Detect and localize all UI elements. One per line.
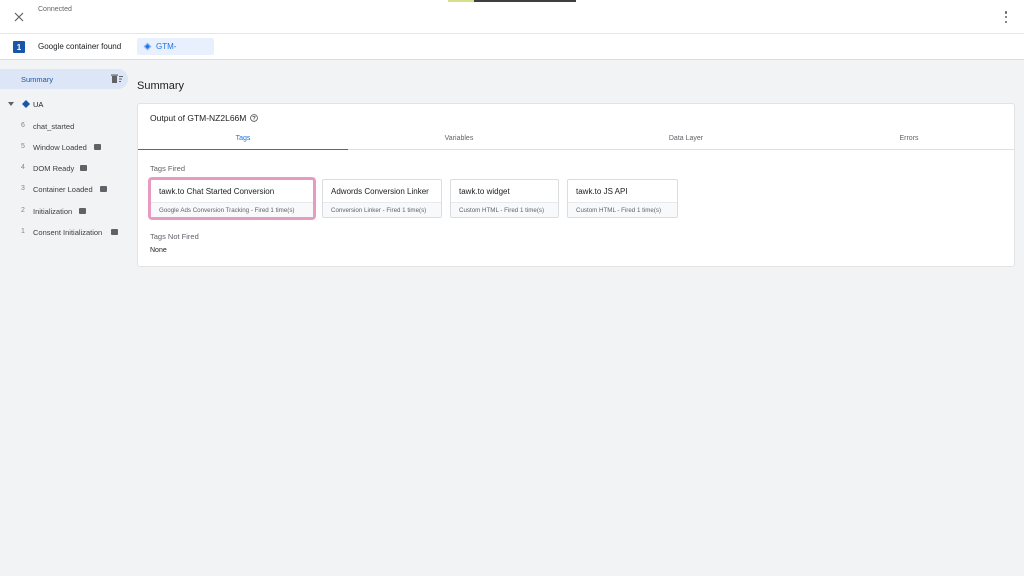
event-type-icon bbox=[94, 144, 101, 150]
sidebar-item-summary[interactable]: Summary bbox=[0, 69, 128, 89]
tag-name: tawk.to JS API bbox=[576, 187, 628, 196]
expand-caret-icon[interactable] bbox=[8, 102, 14, 106]
event-number: 6 bbox=[21, 122, 25, 129]
event-type-icon bbox=[100, 186, 107, 192]
event-type-icon bbox=[79, 208, 86, 214]
output-card: Output of GTM-NZ2L66M Tags Variables Dat… bbox=[137, 103, 1015, 267]
sidebar-event-item[interactable]: 6 chat_started bbox=[0, 119, 128, 133]
close-icon[interactable] bbox=[12, 10, 26, 24]
ua-diamond-icon bbox=[22, 100, 30, 108]
tab-variables[interactable]: Variables bbox=[354, 135, 564, 150]
event-number: 5 bbox=[21, 143, 25, 150]
sidebar: Summary UA 6 chat_started 5 Window Loade… bbox=[0, 60, 130, 576]
sidebar-item-ua[interactable]: UA bbox=[0, 97, 128, 111]
tag-card[interactable]: tawk.to Chat Started Conversion Google A… bbox=[150, 179, 314, 218]
tag-card[interactable]: Adwords Conversion Linker Conversion Lin… bbox=[322, 179, 442, 218]
tab-errors[interactable]: Errors bbox=[804, 135, 1014, 150]
top-accent-highlight bbox=[448, 0, 474, 2]
tab-bar: Tags Variables Data Layer Errors bbox=[138, 131, 1014, 150]
tags-not-fired-value: None bbox=[150, 247, 167, 254]
tag-fired-info: Custom HTML - Fired 1 time(s) bbox=[568, 202, 677, 217]
container-bar: 1 Google container found GTM- bbox=[0, 34, 1024, 60]
container-found-label: Google container found bbox=[38, 42, 122, 51]
sidebar-summary-label: Summary bbox=[21, 75, 54, 84]
tab-tags[interactable]: Tags bbox=[138, 135, 348, 150]
tag-name: tawk.to Chat Started Conversion bbox=[159, 187, 275, 196]
event-name: Container Loaded bbox=[33, 185, 93, 194]
sidebar-event-item[interactable]: 2 Initialization bbox=[0, 204, 128, 218]
sidebar-event-item[interactable]: 3 Container Loaded bbox=[0, 182, 128, 196]
event-number: 3 bbox=[21, 185, 25, 192]
card-title: Output of GTM-NZ2L66M bbox=[150, 113, 259, 123]
tab-data-layer[interactable]: Data Layer bbox=[581, 135, 791, 150]
tags-not-fired-label: Tags Not Fired bbox=[150, 232, 199, 241]
delete-sweep-icon[interactable] bbox=[111, 74, 123, 84]
event-name: Consent Initialization bbox=[33, 228, 103, 237]
tag-fired-info: Custom HTML - Fired 1 time(s) bbox=[451, 202, 558, 217]
more-vert-icon[interactable] bbox=[1002, 10, 1010, 24]
tag-fired-info: Conversion Linker - Fired 1 time(s) bbox=[323, 202, 441, 217]
event-type-icon bbox=[111, 229, 118, 235]
gtm-container-chip[interactable]: GTM- bbox=[137, 38, 214, 55]
gtm-diamond-icon bbox=[143, 42, 152, 51]
sidebar-event-item[interactable]: 5 Window Loaded bbox=[0, 140, 128, 154]
top-bar: Connected bbox=[0, 0, 1024, 34]
tag-name: tawk.to widget bbox=[459, 187, 510, 196]
connection-status: Connected bbox=[38, 6, 72, 13]
event-number: 1 bbox=[21, 228, 25, 235]
event-name: DOM Ready bbox=[33, 164, 75, 173]
sidebar-ua-label: UA bbox=[33, 100, 44, 109]
event-number: 4 bbox=[21, 164, 25, 171]
tag-name: Adwords Conversion Linker bbox=[331, 187, 429, 196]
event-number: 2 bbox=[21, 207, 25, 214]
event-name: chat_started bbox=[33, 122, 75, 131]
gtm-chip-label: GTM- bbox=[156, 42, 177, 51]
card-title-text: Output of GTM-NZ2L66M bbox=[150, 113, 247, 123]
sidebar-event-item[interactable]: 1 Consent Initialization bbox=[0, 225, 128, 239]
page-title: Summary bbox=[137, 80, 185, 92]
tag-card[interactable]: tawk.to JS API Custom HTML - Fired 1 tim… bbox=[567, 179, 678, 218]
tags-fired-label: Tags Fired bbox=[150, 164, 186, 173]
tag-fired-info: Google Ads Conversion Tracking - Fired 1… bbox=[151, 202, 313, 217]
event-name: Initialization bbox=[33, 207, 73, 216]
event-name: Window Loaded bbox=[33, 143, 87, 152]
tag-card[interactable]: tawk.to widget Custom HTML - Fired 1 tim… bbox=[450, 179, 559, 218]
container-count-badge: 1 bbox=[13, 41, 25, 53]
sidebar-event-item[interactable]: 4 DOM Ready bbox=[0, 161, 128, 175]
event-type-icon bbox=[80, 165, 87, 171]
help-icon[interactable] bbox=[250, 114, 259, 122]
